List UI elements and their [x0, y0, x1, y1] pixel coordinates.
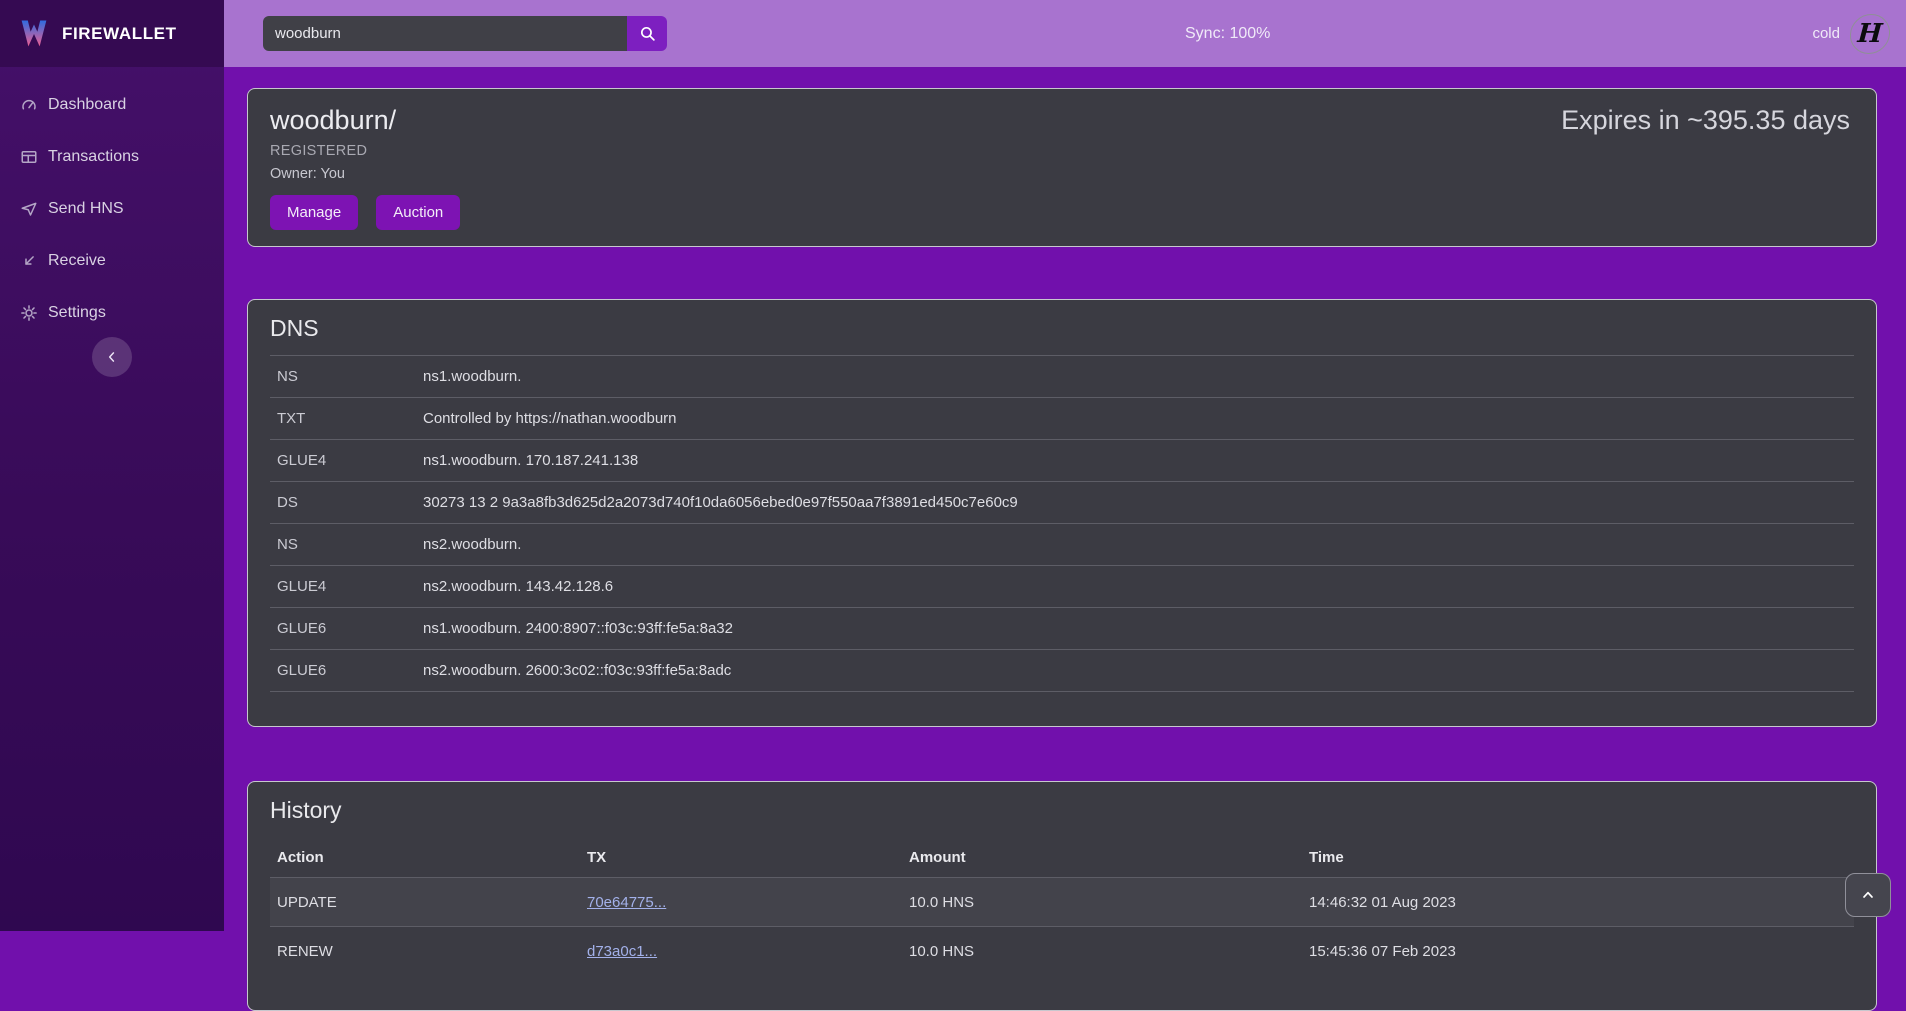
sidebar-item-dashboard[interactable]: Dashboard [0, 79, 224, 131]
dns-record-type: GLUE4 [270, 578, 423, 595]
history-card: History Action TX Amount Time UPDATE 70e… [247, 781, 1877, 1011]
history-row: UPDATE 70e64775... 10.0 HNS 14:46:32 01 … [270, 877, 1854, 926]
dashboard-icon [20, 96, 38, 114]
dns-record-value: ns2.woodburn. [423, 536, 521, 553]
domain-status: REGISTERED [270, 143, 1854, 159]
send-icon [20, 200, 38, 218]
history-col-action: Action [270, 849, 587, 866]
sidebar-item-settings[interactable]: Settings [0, 287, 224, 339]
sync-status: Sync: 100% [1185, 0, 1270, 67]
chevron-left-icon [105, 350, 119, 364]
chevron-up-icon [1860, 887, 1876, 903]
wallet-indicator[interactable]: cold H [1812, 0, 1890, 67]
dns-record-row: NS ns1.woodburn. [270, 355, 1854, 397]
dns-record-row: GLUE6 ns1.woodburn. 2400:8907::f03c:93ff… [270, 607, 1854, 649]
history-title: History [270, 797, 1854, 824]
history-action: UPDATE [270, 894, 587, 911]
gear-icon [20, 304, 38, 322]
domain-card: woodburn/ REGISTERED Owner: You Manage A… [247, 88, 1877, 247]
history-col-tx: TX [587, 849, 909, 866]
dns-record-type: GLUE4 [270, 452, 423, 469]
manage-button[interactable]: Manage [270, 195, 358, 230]
expires-label: Expires in ~395.35 days [1561, 105, 1850, 136]
topbar: Sync: 100% cold H [224, 0, 1906, 67]
transactions-icon [20, 148, 38, 166]
search-icon [639, 25, 656, 42]
history-time: 14:46:32 01 Aug 2023 [1309, 894, 1854, 911]
history-col-amount: Amount [909, 849, 1309, 866]
domain-owner: Owner: You [270, 166, 1854, 182]
tx-link[interactable]: 70e64775... [587, 894, 666, 911]
search-box [263, 16, 667, 51]
dns-record-row: GLUE4 ns2.woodburn. 143.42.128.6 [270, 565, 1854, 607]
history-time: 15:45:36 07 Feb 2023 [1309, 943, 1854, 960]
dns-record-row: DS 30273 13 2 9a3a8fb3d625d2a2073d740f10… [270, 481, 1854, 523]
scroll-to-top-button[interactable] [1845, 873, 1891, 917]
dns-record-value: ns2.woodburn. 143.42.128.6 [423, 578, 613, 595]
history-col-time: Time [1309, 849, 1854, 866]
domain-actions: Manage Auction [270, 195, 1854, 230]
dns-record-type: TXT [270, 410, 423, 427]
dns-record-value: ns1.woodburn. [423, 368, 521, 385]
history-tx: 70e64775... [587, 894, 909, 911]
sidebar-item-label: Settings [48, 304, 106, 322]
history-tx: d73a0c1... [587, 943, 909, 960]
sidebar-item-label: Dashboard [48, 96, 126, 114]
brand-header: FIREWALLET [0, 0, 224, 67]
auction-button[interactable]: Auction [376, 195, 460, 230]
dns-title: DNS [270, 315, 1854, 342]
history-amount: 10.0 HNS [909, 943, 1309, 960]
dns-table: NS ns1.woodburn. TXT Controlled by https… [270, 355, 1854, 692]
dns-record-value: 30273 13 2 9a3a8fb3d625d2a2073d740f10da6… [423, 494, 1018, 511]
dns-record-value: ns2.woodburn. 2600:3c02::f03c:93ff:fe5a:… [423, 662, 731, 679]
sidebar-nav: Dashboard Transactions Send HNS Receive … [0, 67, 224, 339]
dns-record-type: DS [270, 494, 423, 511]
sidebar-collapse-button[interactable] [92, 337, 132, 377]
firewallet-logo-icon [16, 16, 52, 52]
sidebar: FIREWALLET Dashboard Transactions Send H… [0, 0, 224, 931]
search-input[interactable] [263, 16, 627, 51]
sidebar-item-label: Transactions [48, 148, 139, 166]
search-button[interactable] [627, 16, 667, 51]
dns-record-type: GLUE6 [270, 662, 423, 679]
receive-icon [20, 252, 38, 270]
handshake-icon: H [1849, 14, 1892, 54]
sidebar-item-label: Send HNS [48, 200, 124, 218]
sidebar-item-receive[interactable]: Receive [0, 235, 224, 287]
brand-name: FIREWALLET [62, 24, 177, 44]
dns-record-row: NS ns2.woodburn. [270, 523, 1854, 565]
dns-record-row: GLUE6 ns2.woodburn. 2600:3c02::f03c:93ff… [270, 649, 1854, 691]
wallet-name: cold [1812, 25, 1840, 42]
tx-link[interactable]: d73a0c1... [587, 943, 657, 960]
history-action: RENEW [270, 943, 587, 960]
sidebar-item-label: Receive [48, 252, 106, 270]
dns-record-value: ns1.woodburn. 2400:8907::f03c:93ff:fe5a:… [423, 620, 733, 637]
sidebar-item-transactions[interactable]: Transactions [0, 131, 224, 183]
dns-record-row: TXT Controlled by https://nathan.woodbur… [270, 397, 1854, 439]
dns-record-type: NS [270, 368, 423, 385]
dns-record-row: GLUE4 ns1.woodburn. 170.187.241.138 [270, 439, 1854, 481]
history-row: RENEW d73a0c1... 10.0 HNS 15:45:36 07 Fe… [270, 926, 1854, 975]
dns-record-value: ns1.woodburn. 170.187.241.138 [423, 452, 638, 469]
sidebar-item-send-hns[interactable]: Send HNS [0, 183, 224, 235]
dns-record-value: Controlled by https://nathan.woodburn [423, 410, 677, 427]
dns-record-type: NS [270, 536, 423, 553]
dns-card: DNS NS ns1.woodburn. TXT Controlled by h… [247, 299, 1877, 727]
dns-record-type: GLUE6 [270, 620, 423, 637]
history-header-row: Action TX Amount Time [270, 837, 1854, 877]
history-amount: 10.0 HNS [909, 894, 1309, 911]
